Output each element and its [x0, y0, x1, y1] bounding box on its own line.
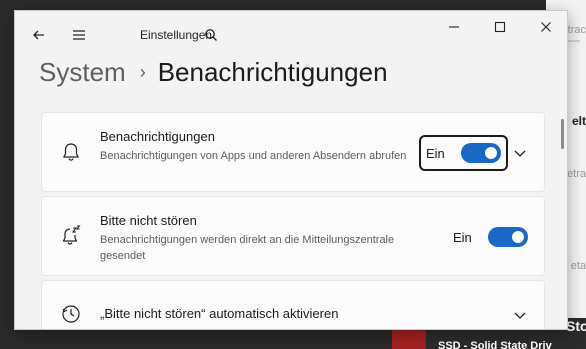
bell-icon	[63, 143, 79, 161]
background-image	[392, 330, 426, 349]
do-not-disturb-toggle[interactable]	[487, 227, 528, 247]
background-text: SSD - Solid State Driv	[438, 340, 552, 349]
background-text: elt	[571, 114, 586, 128]
toggle-label: Ein	[453, 229, 472, 245]
chevron-down-icon[interactable]	[512, 307, 528, 323]
hamburger-icon	[73, 30, 85, 40]
maximize-icon	[494, 21, 506, 33]
setting-title: „Bitte nicht stören“ automatisch aktivie…	[100, 306, 339, 321]
background-text: eta	[570, 260, 586, 272]
breadcrumb-separator: ›	[139, 62, 146, 82]
page-title: Benachrichtigungen	[157, 57, 388, 87]
search-icon	[205, 29, 217, 41]
setting-title: Benachrichtigungen	[100, 129, 215, 144]
back-button[interactable]	[25, 21, 53, 49]
scrollbar[interactable]	[561, 119, 564, 149]
notifications-toggle-group[interactable]: Ein	[426, 143, 501, 163]
menu-button[interactable]	[65, 21, 93, 49]
notifications-toggle[interactable]	[460, 143, 501, 163]
chevron-down-icon[interactable]	[512, 145, 528, 161]
setting-card-auto-dnd[interactable]: „Bitte nicht stören“ automatisch aktivie…	[41, 280, 545, 329]
setting-description: Benachrichtigungen von Apps und anderen …	[100, 150, 407, 162]
search-button[interactable]	[197, 21, 225, 49]
arrow-left-icon	[33, 30, 44, 40]
do-not-disturb-toggle-group[interactable]: Ein	[453, 227, 528, 247]
setting-card-do-not-disturb[interactable]: Bitte nicht stören Benachrichtigungen we…	[41, 196, 545, 276]
minimize-button[interactable]	[431, 11, 477, 43]
toggle-label: Ein	[426, 145, 445, 161]
background-text: Sto	[566, 318, 586, 334]
maximize-button[interactable]	[477, 11, 523, 43]
breadcrumb: System › Benachrichtigungen	[39, 57, 388, 88]
bell-snooze-icon	[62, 225, 81, 245]
setting-description: Benachrichtigungen werden direkt an die …	[100, 234, 395, 262]
clock-icon	[62, 305, 80, 323]
setting-title: Bitte nicht stören	[100, 213, 197, 228]
title-bar: Einstellungen	[15, 11, 567, 57]
close-button[interactable]	[523, 11, 567, 43]
minimize-icon	[449, 26, 459, 28]
close-icon	[541, 22, 551, 32]
settings-window: Einstellungen System › Benachrichtigunge	[14, 10, 568, 330]
breadcrumb-parent[interactable]: System	[39, 57, 126, 88]
setting-card-notifications[interactable]: Benachrichtigungen Benachrichtigungen vo…	[41, 112, 545, 192]
